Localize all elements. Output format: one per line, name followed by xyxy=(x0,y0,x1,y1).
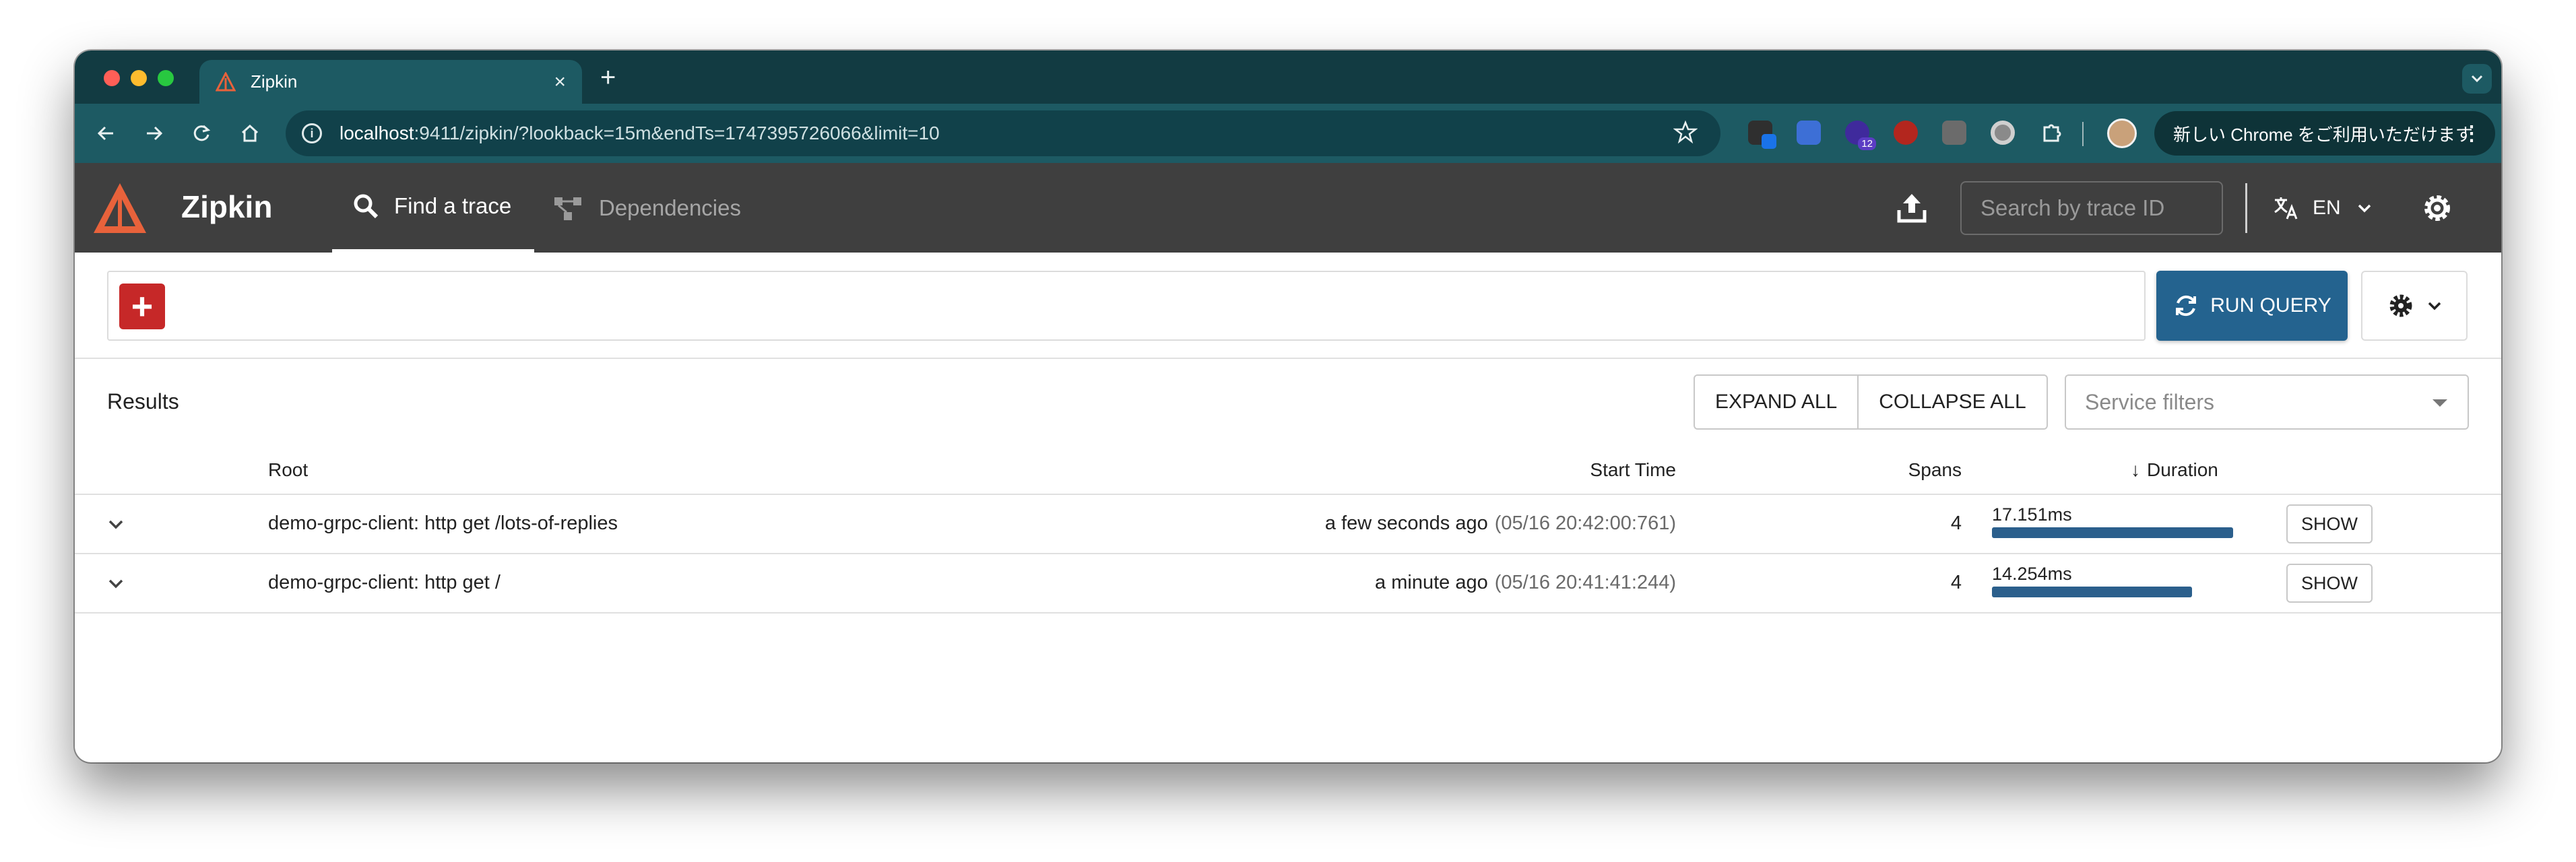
reload-button[interactable] xyxy=(187,119,216,148)
arrow-right-icon xyxy=(147,126,163,141)
chevron-down-icon xyxy=(2358,204,2371,213)
close-tab-icon[interactable]: × xyxy=(554,71,566,94)
column-header-duration[interactable]: ↓ Duration xyxy=(2131,459,2218,481)
language-label: EN xyxy=(2313,197,2341,219)
header-divider xyxy=(2245,183,2247,233)
query-criteria-area[interactable]: + xyxy=(107,271,2146,341)
results-title: Results xyxy=(107,389,179,413)
tab-search-button[interactable] xyxy=(2462,64,2492,94)
column-header-spans[interactable]: Spans xyxy=(1884,459,1962,481)
extension-1-icon[interactable] xyxy=(1748,121,1776,149)
row-timestamp: (05/16 20:41:41:244) xyxy=(1494,572,1676,593)
search-icon xyxy=(354,194,379,219)
expand-collapse-group: EXPAND ALL COLLAPSE ALL xyxy=(1694,374,2048,430)
address-bar[interactable]: i localhost:9411/zipkin/?lookback=15m&en… xyxy=(286,110,1720,156)
reload-icon xyxy=(193,125,211,141)
column-header-start-time[interactable]: Start Time xyxy=(1590,459,1676,481)
arrow-left-icon xyxy=(97,126,113,141)
home-button[interactable] xyxy=(235,119,265,148)
extension-6-icon[interactable] xyxy=(1991,121,2015,145)
show-trace-button[interactable]: SHOW xyxy=(2286,504,2373,543)
browser-toolbar: i localhost:9411/zipkin/?lookback=15m&en… xyxy=(75,104,2501,163)
chrome-update-label: 新しい Chrome をご利用いただけます xyxy=(2173,124,2473,145)
translate-icon xyxy=(2274,197,2298,220)
run-query-button[interactable]: RUN QUERY xyxy=(2156,271,2348,341)
service-filters-placeholder: Service filters xyxy=(2085,389,2215,414)
row-duration: 17.151ms xyxy=(1992,504,2072,525)
tab-find-a-trace[interactable]: Find a trace xyxy=(332,163,534,253)
refresh-icon xyxy=(2176,295,2197,317)
row-root-name: demo-grpc-client: http get / xyxy=(268,572,501,593)
search-by-trace-id-input[interactable]: Search by trace ID xyxy=(1960,181,2223,235)
tab-dependencies[interactable]: Dependencies xyxy=(553,163,741,253)
browser-window: Zipkin × + i localhost:9411/zipkin/?look… xyxy=(75,51,2501,762)
tab-strip: Zipkin × + xyxy=(75,51,2501,104)
show-trace-button[interactable]: SHOW xyxy=(2286,564,2373,603)
tab-title: Zipkin xyxy=(251,71,298,92)
back-button[interactable] xyxy=(91,119,121,148)
more-menu-icon[interactable]: ⋮ xyxy=(2461,122,2482,145)
expand-row-chevron-icon[interactable] xyxy=(104,513,127,536)
row-divider xyxy=(75,612,2501,614)
row-spans: 4 xyxy=(1950,512,1962,534)
extension-badge: 12 xyxy=(1858,137,1876,150)
tab-find-a-trace-label: Find a trace xyxy=(394,193,512,218)
row-relative-time: a few seconds ago xyxy=(1324,512,1488,534)
chevron-down-icon xyxy=(2471,75,2483,83)
home-icon xyxy=(241,124,259,142)
run-query-label: RUN QUERY xyxy=(2210,294,2331,317)
dropdown-caret-icon xyxy=(2433,399,2447,407)
extension-3-icon[interactable]: 12 xyxy=(1845,121,1876,150)
toolbar-divider xyxy=(2082,122,2084,146)
table-row[interactable]: demo-grpc-client: http get /lots-of-repl… xyxy=(75,495,2501,553)
row-duration: 14.254ms xyxy=(1992,564,2072,584)
chrome-update-button[interactable]: 新しい Chrome をご利用いただけます ⋮ xyxy=(2154,111,2495,156)
language-selector[interactable]: EN xyxy=(2272,190,2372,226)
chevron-down-icon xyxy=(2428,302,2441,310)
row-duration-bar xyxy=(1992,527,2233,538)
close-window-button[interactable] xyxy=(104,70,120,86)
section-divider xyxy=(75,358,2501,359)
row-duration-bar xyxy=(1992,587,2192,597)
extension-4-icon[interactable] xyxy=(1894,121,1918,145)
collapse-all-button[interactable]: COLLAPSE ALL xyxy=(1857,376,2046,428)
dependencies-icon xyxy=(554,197,581,220)
add-criteria-button[interactable]: + xyxy=(119,284,165,329)
extension-5-icon[interactable] xyxy=(1942,121,1966,145)
column-header-duration-label: Duration xyxy=(2147,459,2218,480)
column-header-root[interactable]: Root xyxy=(268,459,308,481)
zipkin-favicon-icon xyxy=(216,71,236,91)
settings-gear-icon[interactable] xyxy=(2419,190,2455,226)
query-settings-button[interactable] xyxy=(2361,271,2468,341)
app-header: Zipkin Find a trace Dependencies Search … xyxy=(75,163,2501,253)
table-row[interactable]: demo-grpc-client: http get / a minute ag… xyxy=(75,554,2501,612)
row-start-time: a minute ago (05/16 20:41:41:244) xyxy=(1375,572,1676,594)
profile-avatar[interactable] xyxy=(2107,119,2137,148)
row-timestamp: (05/16 20:42:00:761) xyxy=(1494,512,1676,534)
new-tab-button[interactable]: + xyxy=(600,64,616,91)
expand-row-chevron-icon[interactable] xyxy=(104,572,127,595)
upload-json-icon[interactable] xyxy=(1894,190,1930,226)
service-filters-select[interactable]: Service filters xyxy=(2065,374,2469,430)
bookmark-star-icon[interactable] xyxy=(1673,120,1698,144)
row-start-time: a few seconds ago (05/16 20:42:00:761) xyxy=(1325,512,1676,535)
row-spans: 4 xyxy=(1950,572,1962,593)
sort-descending-icon: ↓ xyxy=(2131,459,2140,480)
row-root-name: demo-grpc-client: http get /lots-of-repl… xyxy=(268,512,618,534)
browser-tab-zipkin[interactable]: Zipkin × xyxy=(199,60,582,104)
extension-2-icon[interactable] xyxy=(1797,121,1821,145)
tab-dependencies-label: Dependencies xyxy=(599,195,741,220)
url-host: localhost xyxy=(340,123,414,143)
url-path: :9411/zipkin/?lookback=15m&endTs=1747395… xyxy=(414,123,940,143)
gear-icon xyxy=(2389,294,2412,317)
minimize-window-button[interactable] xyxy=(131,70,147,86)
expand-all-button[interactable]: EXPAND ALL xyxy=(1695,376,1857,428)
row-relative-time: a minute ago xyxy=(1375,572,1488,593)
site-info-icon[interactable]: i xyxy=(302,123,322,143)
zipkin-logo-icon[interactable] xyxy=(90,178,150,238)
puzzle-extensions-icon[interactable] xyxy=(2039,121,2063,145)
forward-button[interactable] xyxy=(139,119,169,148)
app-brand[interactable]: Zipkin xyxy=(181,189,272,225)
maximize-window-button[interactable] xyxy=(158,70,174,86)
